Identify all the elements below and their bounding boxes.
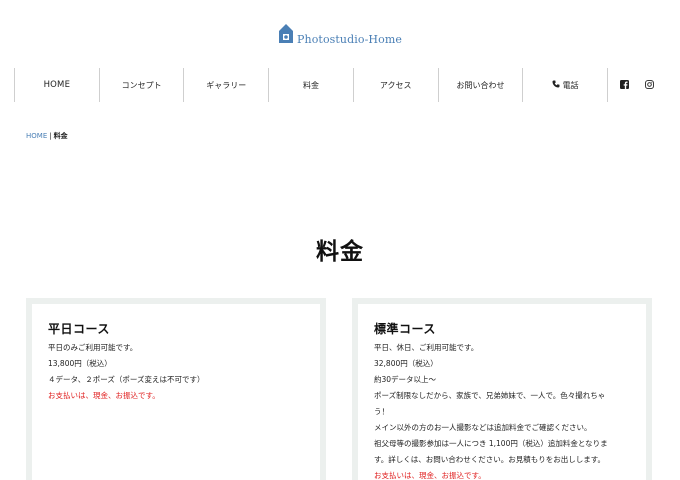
facebook-icon[interactable] bbox=[620, 79, 630, 91]
sns-links bbox=[608, 68, 666, 102]
site-logo[interactable]: Photostudio-Home bbox=[0, 22, 680, 48]
course-text-line: メイン以外の方のお一人撮影などは追加料金でご確認ください。 bbox=[374, 423, 592, 432]
course-payment-note: お支払いは、現金、お振込です。 bbox=[374, 471, 486, 480]
nav-item-gallery[interactable]: ギャラリー bbox=[184, 68, 270, 102]
course-payment-note: お支払いは、現金、お振込です。 bbox=[48, 391, 160, 400]
course-text-line: 祖父母等の撮影参加は一人につき 1,100円（税込）追加料金となりま bbox=[374, 439, 608, 448]
course-card-standard: 標準コース 平日、休日、ご利用可能です。 32,800円（税込） 約30データ以… bbox=[352, 298, 652, 480]
nav-item-concept[interactable]: コンセプト bbox=[100, 68, 185, 102]
house-icon bbox=[278, 22, 294, 48]
course-title: 平日コース bbox=[48, 322, 110, 336]
breadcrumb-separator: | bbox=[49, 132, 52, 140]
course-price: 13,800円（税込） bbox=[48, 359, 112, 368]
course-price: 32,800円（税込） bbox=[374, 359, 438, 368]
nav-item-price[interactable]: 料金 bbox=[269, 68, 354, 102]
nav-item-phone-label: 電話 bbox=[562, 80, 579, 90]
breadcrumb-home-link[interactable]: HOME bbox=[26, 132, 47, 140]
course-text-line: 平日のみご利用可能です。 bbox=[48, 343, 138, 352]
nav-item-home[interactable]: HOME bbox=[15, 68, 100, 102]
phone-icon bbox=[552, 80, 560, 90]
course-text-line: ４データ、２ポーズ（ポーズ変えは不可です） bbox=[48, 375, 205, 384]
nav-item-contact[interactable]: お問い合わせ bbox=[439, 68, 524, 102]
course-title: 標準コース bbox=[374, 322, 436, 336]
page-title: 料金 bbox=[316, 239, 364, 265]
course-text-line: う！ bbox=[374, 407, 389, 416]
breadcrumb-current: 料金 bbox=[53, 132, 68, 140]
course-text-line: 約30データ以上～ bbox=[374, 375, 437, 384]
course-text-line: 平日、休日、ご利用可能です。 bbox=[374, 343, 479, 352]
course-text-line: す。詳しくは、お問い合わせください。お見積もりをお出しします。 bbox=[374, 455, 605, 464]
instagram-icon[interactable] bbox=[644, 79, 654, 91]
course-card-weekday: 平日コース 平日のみご利用可能です。 13,800円（税込） ４データ、２ポーズ… bbox=[26, 298, 326, 480]
main-nav: HOME コンセプト ギャラリー 料金 アクセス お問い合わせ 電話 bbox=[14, 68, 666, 102]
course-text-line: ポーズ制限なしだから、家族で、兄弟姉妹で、一人で。色々撮れちゃ bbox=[374, 391, 606, 400]
breadcrumb: HOME | 料金 bbox=[26, 131, 68, 141]
nav-item-phone[interactable]: 電話 bbox=[523, 68, 609, 102]
logo-text: Photostudio-Home bbox=[297, 32, 402, 46]
nav-item-access[interactable]: アクセス bbox=[354, 68, 439, 102]
